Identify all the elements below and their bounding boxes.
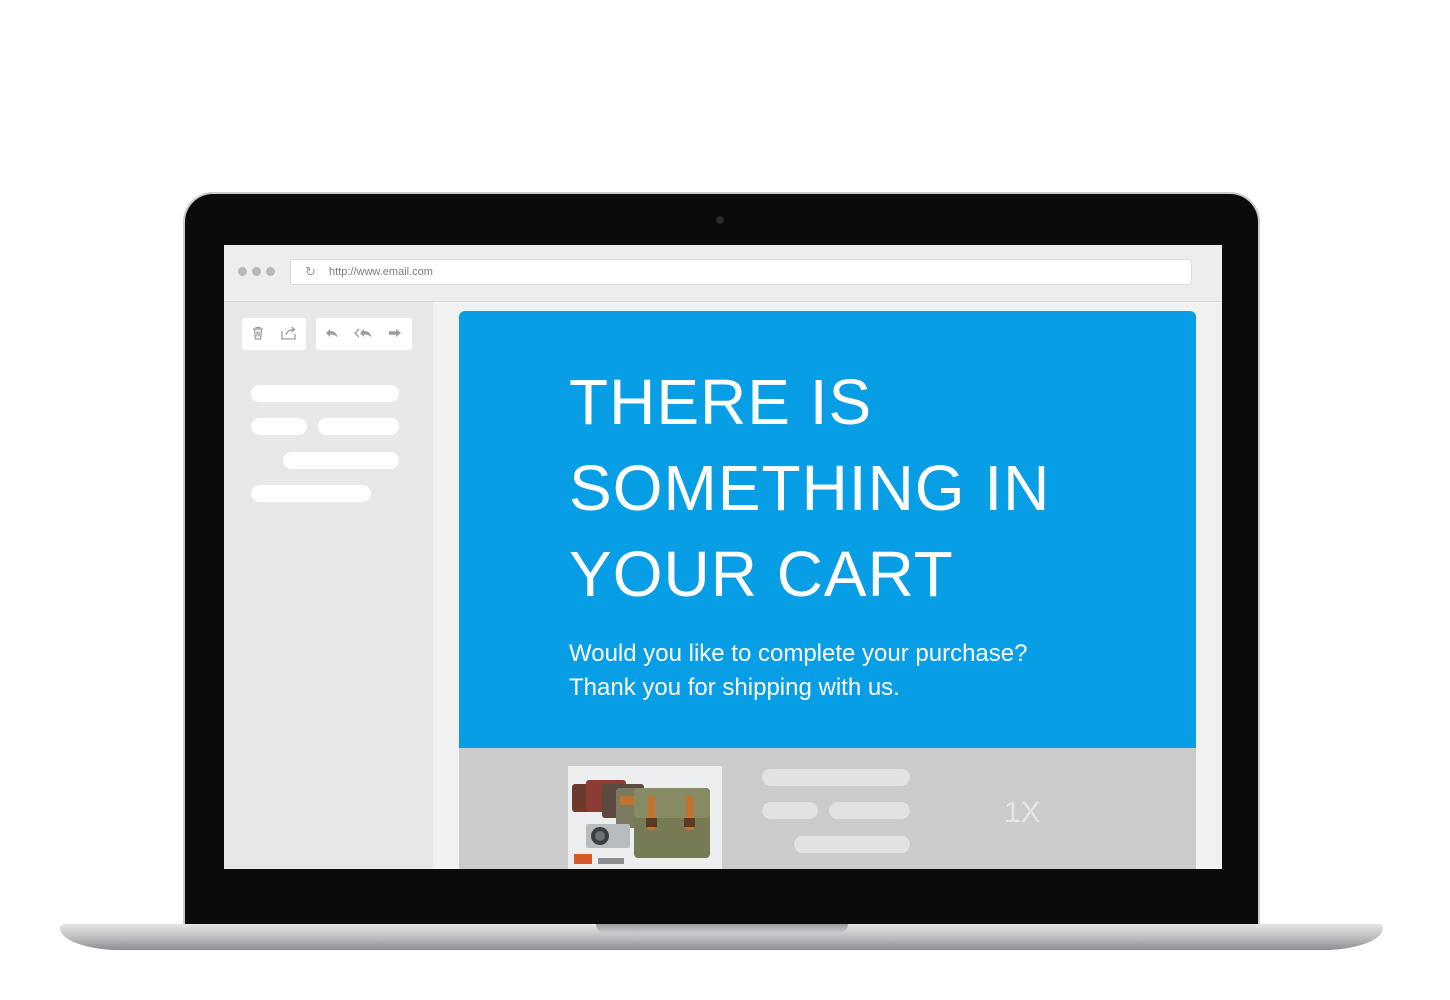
subtext-line: Would you like to complete your purchase… xyxy=(569,640,1028,667)
placeholder-line xyxy=(829,802,910,819)
email-hero: THERE IS SOMETHING IN YOUR CART Would yo… xyxy=(459,311,1196,748)
address-bar[interactable]: ↻ http://www.email.com xyxy=(290,259,1192,285)
placeholder-line xyxy=(318,418,399,435)
placeholder-line xyxy=(251,418,307,435)
placeholder-line xyxy=(794,836,910,853)
cart-summary: 1X xyxy=(459,748,1196,869)
mail-sidebar xyxy=(224,302,433,869)
toolbar-group-respond xyxy=(316,318,412,350)
window-dot-zoom[interactable] xyxy=(266,267,275,276)
trash-icon[interactable] xyxy=(249,325,267,343)
product-image[interactable] xyxy=(568,766,722,869)
placeholder-line xyxy=(762,802,818,819)
headline-line: YOUR CART xyxy=(569,538,954,610)
share-icon[interactable] xyxy=(280,325,298,343)
toolbar-group-manage xyxy=(242,318,306,350)
email-subtext: Would you like to complete your purchase… xyxy=(569,637,1169,705)
subtext-line: Thank you for shipping with us. xyxy=(569,674,900,701)
laptop-hinge-notch xyxy=(596,924,848,933)
headline-line: SOMETHING IN xyxy=(569,452,1051,524)
reply-icon[interactable] xyxy=(323,325,341,343)
placeholder-line xyxy=(251,385,399,402)
placeholder-line xyxy=(283,452,399,469)
headline-line: THERE IS xyxy=(569,366,873,438)
placeholder-line xyxy=(251,485,371,502)
url-text[interactable]: http://www.email.com xyxy=(329,266,433,278)
reply-all-icon[interactable] xyxy=(354,325,376,343)
window-dot-minimize[interactable] xyxy=(252,267,261,276)
laptop-screen: ↻ http://www.email.com THERE IS SOMETHIN… xyxy=(224,245,1222,869)
email-headline: THERE IS SOMETHING IN YOUR CART xyxy=(569,359,1169,617)
email-body: THERE IS SOMETHING IN YOUR CART Would yo… xyxy=(459,311,1196,869)
placeholder-line xyxy=(762,769,910,786)
refresh-icon[interactable]: ↻ xyxy=(305,265,316,279)
webcam xyxy=(716,216,724,224)
item-quantity: 1X xyxy=(1004,796,1041,829)
forward-icon[interactable] xyxy=(386,325,404,343)
browser-toolbar: ↻ http://www.email.com xyxy=(224,245,1222,302)
messenger-bags-photo xyxy=(568,766,722,869)
window-dot-close[interactable] xyxy=(238,267,247,276)
